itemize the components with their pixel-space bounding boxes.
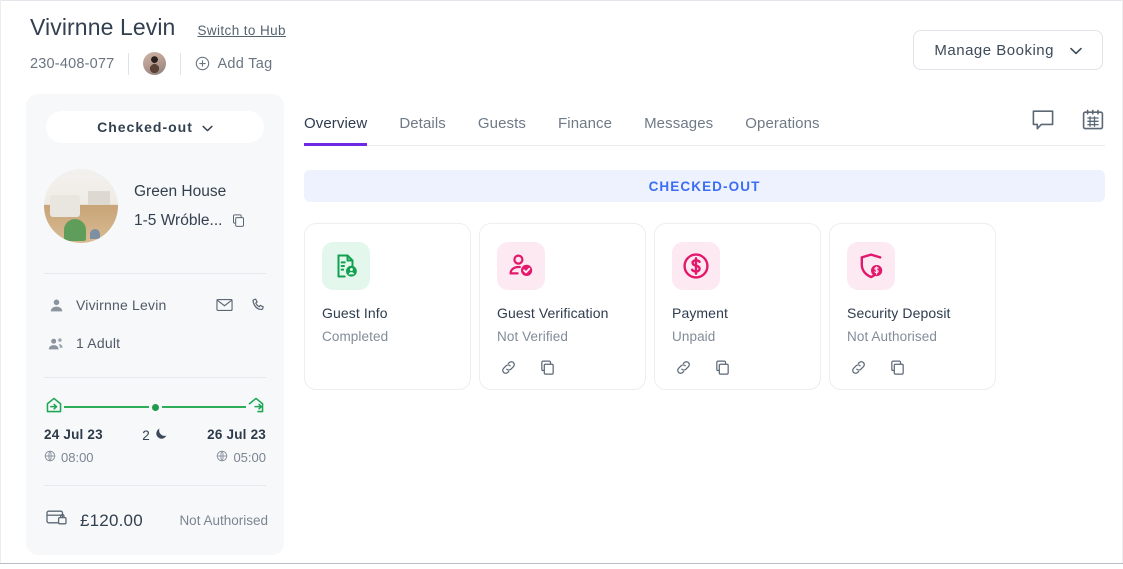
document-person-icon [322,242,370,290]
link-icon[interactable] [850,359,867,376]
person-icon [46,298,66,313]
divider [44,485,266,486]
check-out-time: 05:00 [216,450,266,465]
tab-bar: Overview Details Guests Finance Messages… [304,94,1105,146]
shield-dollar-icon [847,242,895,290]
divider [44,377,266,378]
stay-line-right [162,406,247,408]
plus-circle-icon [195,56,210,71]
property-name: Green House [134,183,246,201]
stay-timeline: 24 Jul 23 2 26 Jul 23 [44,397,266,465]
card-lock-icon [46,509,68,532]
card-title: Security Deposit [847,305,978,321]
manage-booking-label: Manage Booking [934,42,1054,59]
booking-sidebar: Checked-out Green House 1-5 Wróble... [26,94,284,555]
top-divider [0,0,1123,1]
status-banner: CHECKED-OUT [304,170,1105,202]
card-actions [672,359,803,376]
switch-to-hub-link[interactable]: Switch to Hub [197,23,286,38]
guests-icon [46,336,66,351]
tab-bar-actions [1031,109,1105,131]
card-guest-verification[interactable]: Guest Verification Not Verified [479,223,646,390]
dollar-circle-icon [672,242,720,290]
tab-messages[interactable]: Messages [644,115,713,145]
divider [128,53,129,75]
chat-icon[interactable] [1031,109,1055,131]
nights-value: 2 [142,428,150,443]
globe-icon [44,450,56,465]
main-panel: Overview Details Guests Finance Messages… [304,94,1105,390]
booking-overview-page: Vivirnne Levin Switch to Hub 230-408-077… [0,0,1123,569]
globe-icon [216,450,228,465]
tab-finance[interactable]: Finance [558,115,612,145]
manage-booking-button[interactable]: Manage Booking [913,30,1103,70]
booking-reference: 230-408-077 [30,56,114,72]
check-out-house-icon [246,395,266,420]
tab-overview[interactable]: Overview [304,115,367,146]
card-title: Guest Info [322,305,453,321]
avatar[interactable] [143,52,166,75]
copy-icon[interactable] [539,359,556,376]
payment-amount: £120.00 [80,511,143,531]
phone-icon[interactable] [251,298,266,313]
guest-name-label: Vivirnne Levin [76,297,167,313]
card-title: Guest Verification [497,305,628,321]
calendar-icon[interactable] [1081,109,1105,131]
card-status: Not Authorised [847,329,978,344]
link-icon[interactable] [675,359,692,376]
status-dropdown[interactable]: Checked-out [46,111,264,143]
bottom-divider [0,563,1123,564]
card-title: Payment [672,305,803,321]
add-tag-button[interactable]: Add Tag [195,56,272,72]
property-summary: Green House 1-5 Wróble... [44,169,246,243]
check-in-house-icon [44,395,64,420]
chevron-down-icon [1070,42,1082,59]
nights-count: 2 [142,427,168,443]
occupancy-label: 1 Adult [76,335,120,351]
divider [44,273,266,274]
payment-state: Not Authorised [179,513,268,528]
check-in-time-value: 08:00 [61,450,94,465]
property-thumbnail [44,169,118,243]
tab-guests[interactable]: Guests [478,115,526,145]
status-card-list: Guest Info Completed Guest Verification … [304,223,1105,390]
email-icon[interactable] [216,298,233,312]
card-status: Unpaid [672,329,803,344]
left-border [0,0,1,563]
card-actions [847,359,978,376]
status-dropdown-label: Checked-out [97,119,193,135]
copy-icon[interactable] [231,213,246,228]
card-status: Not Verified [497,329,628,344]
occupancy-row: 1 Adult [46,335,120,351]
card-status: Completed [322,329,453,344]
check-in-time: 08:00 [44,450,94,465]
card-payment[interactable]: Payment Unpaid [654,223,821,390]
person-check-icon [497,242,545,290]
guest-row: Vivirnne Levin [46,297,266,313]
add-tag-label: Add Tag [217,56,272,72]
card-security-deposit[interactable]: Security Deposit Not Authorised [829,223,996,390]
moon-icon [155,427,168,443]
tab-details[interactable]: Details [399,115,446,145]
stay-midpoint-dot [152,404,159,411]
divider [180,53,181,75]
chevron-down-icon [202,119,213,135]
check-in-date: 24 Jul 23 [44,427,103,443]
check-out-time-value: 05:00 [233,450,266,465]
tab-operations[interactable]: Operations [745,115,819,145]
card-actions [497,359,628,376]
copy-icon[interactable] [714,359,731,376]
check-out-date: 26 Jul 23 [207,427,266,443]
card-guest-info[interactable]: Guest Info Completed [304,223,471,390]
payment-summary-row: £120.00 Not Authorised [46,509,268,532]
copy-icon[interactable] [889,359,906,376]
page-title: Vivirnne Levin [30,14,175,41]
property-address: 1-5 Wróble... [134,212,222,230]
stay-line-left [64,406,149,408]
link-icon[interactable] [500,359,517,376]
